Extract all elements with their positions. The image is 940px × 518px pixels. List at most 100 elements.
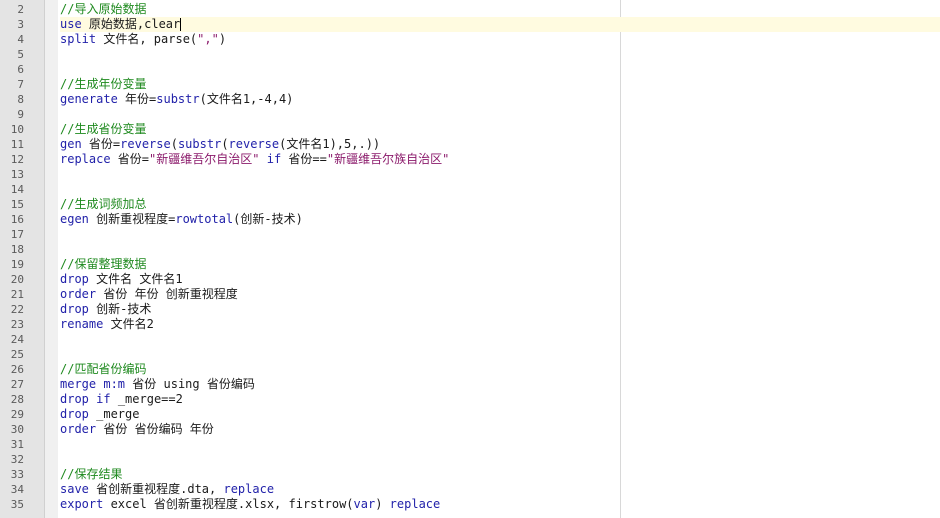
code-line[interactable]: 33 //保存结果 [0, 467, 940, 482]
code-text[interactable]: gen 省份=reverse(substr(reverse(文件名1),5,.)… [60, 137, 940, 152]
code-text[interactable]: //导入原始数据 [60, 2, 940, 17]
code-line[interactable]: 7 //生成年份变量 [0, 77, 940, 92]
line-number: 6 [17, 63, 24, 76]
code-text[interactable] [60, 167, 940, 182]
code-line[interactable]: 30 order 省份 省份编码 年份 [0, 422, 940, 437]
code-text[interactable]: use 原始数据,clear [60, 17, 940, 32]
code-line[interactable]: 32 [0, 452, 940, 467]
code-line[interactable]: 8 generate 年份=substr(文件名1,-4,4) [0, 92, 940, 107]
code-line[interactable]: 4 split 文件名, parse(",") [0, 32, 940, 47]
code-line[interactable]: 19 //保留整理数据 [0, 257, 940, 272]
code-text[interactable]: replace 省份="新疆维吾尔自治区" if 省份=="新疆维吾尔族自治区" [60, 152, 940, 167]
code-line[interactable]: 20 drop 文件名 文件名1 [0, 272, 940, 287]
comment-token: //保留整理数据 [60, 257, 147, 271]
code-text[interactable]: //生成省份变量 [60, 122, 940, 137]
code-line[interactable]: 9 [0, 107, 940, 122]
line-number: 2 [17, 3, 24, 16]
keyword-token: drop [60, 272, 89, 286]
code-line[interactable]: 13 [0, 167, 940, 182]
code-text[interactable]: merge m:m 省份 using 省份编码 [60, 377, 940, 392]
keyword-token: split [60, 32, 97, 46]
code-line[interactable]: 29 drop _merge [0, 407, 940, 422]
line-number: 15 [10, 198, 24, 211]
text-token: 省份 年份 创新重视程度 [96, 287, 238, 301]
keyword-token: generate [60, 92, 118, 106]
keyword-token: drop [60, 392, 89, 406]
text-token: 省份 省份编码 年份 [96, 422, 214, 436]
code-line[interactable]: 22 drop 创新-技术 [0, 302, 940, 317]
code-text[interactable]: drop 文件名 文件名1 [60, 272, 940, 287]
line-number: 26 [10, 363, 24, 376]
code-line[interactable]: 15 //生成词频加总 [0, 197, 940, 212]
code-line[interactable]: 34 save 省创新重视程度.dta, replace [0, 482, 940, 497]
code-text[interactable]: drop _merge [60, 407, 940, 422]
code-lines[interactable]: 12 //导入原始数据 3 use 原始数据,clear 4 split 文件名, par… [0, 0, 940, 512]
code-text[interactable]: //保存结果 [60, 467, 940, 482]
code-text[interactable]: egen 创新重视程度=rowtotal(创新-技术) [60, 212, 940, 227]
code-text[interactable] [60, 332, 940, 347]
code-text[interactable]: save 省创新重视程度.dta, replace [60, 482, 940, 497]
code-text[interactable] [60, 62, 940, 77]
code-line[interactable]: 23 rename 文件名2 [0, 317, 940, 332]
code-text[interactable]: //生成词频加总 [60, 197, 940, 212]
code-text[interactable]: rename 文件名2 [60, 317, 940, 332]
code-text[interactable]: generate 年份=substr(文件名1,-4,4) [60, 92, 940, 107]
code-line[interactable]: 25 [0, 347, 940, 362]
code-line[interactable]: 14 [0, 182, 940, 197]
line-number: 35 [10, 498, 24, 511]
code-text[interactable]: drop 创新-技术 [60, 302, 940, 317]
code-text[interactable]: //保留整理数据 [60, 257, 940, 272]
code-text[interactable] [60, 452, 940, 467]
code-line[interactable]: 11 gen 省份=reverse(substr(reverse(文件名1),5,… [0, 137, 940, 152]
comment-token: //生成省份变量 [60, 122, 147, 136]
code-text[interactable]: //生成年份变量 [60, 77, 940, 92]
function-token: substr [177, 137, 222, 151]
code-text[interactable] [60, 182, 940, 197]
text-token: ) [218, 32, 227, 46]
text-token: _merge [88, 407, 140, 421]
line-number: 14 [10, 183, 24, 196]
keyword-token: drop [60, 302, 89, 316]
keyword-token: export [60, 497, 104, 511]
code-line[interactable]: 6 [0, 62, 940, 77]
code-line[interactable]: 27 merge m:m 省份 using 省份编码 [0, 377, 940, 392]
code-line[interactable]: 31 [0, 437, 940, 452]
code-line[interactable]: 5 [0, 47, 940, 62]
text-token: 创新重视程度= [88, 212, 176, 226]
line-number: 9 [17, 108, 24, 121]
code-editor[interactable]: 12 //导入原始数据 3 use 原始数据,clear 4 split 文件名, par… [0, 0, 940, 518]
code-text[interactable]: split 文件名, parse(",") [60, 32, 940, 47]
code-text[interactable]: //匹配省份编码 [60, 362, 940, 377]
code-text[interactable]: export excel 省创新重视程度.xlsx, firstrow(var)… [60, 497, 940, 512]
code-text[interactable]: order 省份 省份编码 年份 [60, 422, 940, 437]
code-text[interactable] [60, 107, 940, 122]
line-number: 31 [10, 438, 24, 451]
code-line[interactable]: 12 replace 省份="新疆维吾尔自治区" if 省份=="新疆维吾尔族自治… [0, 152, 940, 167]
line-number: 22 [10, 303, 24, 316]
code-line[interactable]: 28 drop if _merge==2 [0, 392, 940, 407]
code-line[interactable]: 17 [0, 227, 940, 242]
keyword-token: drop [60, 407, 89, 421]
code-text[interactable] [60, 47, 940, 62]
code-text[interactable] [60, 347, 940, 362]
code-line[interactable]: 10 //生成省份变量 [0, 122, 940, 137]
line-number: 11 [10, 138, 24, 151]
code-line[interactable]: 2 //导入原始数据 [0, 2, 940, 17]
code-line[interactable]: 26 //匹配省份编码 [0, 362, 940, 377]
code-text[interactable] [60, 227, 940, 242]
code-text[interactable]: drop if _merge==2 [60, 392, 940, 407]
code-line[interactable]: 35 export excel 省创新重视程度.xlsx, firstrow(va… [0, 497, 940, 512]
code-line[interactable]: 18 [0, 242, 940, 257]
code-text[interactable]: order 省份 年份 创新重视程度 [60, 287, 940, 302]
function-token: var [353, 497, 376, 511]
code-line[interactable]: 3 use 原始数据,clear [0, 17, 940, 32]
code-line[interactable]: 24 [0, 332, 940, 347]
text-token: (文件名1,-4,4) [199, 92, 294, 106]
code-line[interactable]: 21 order 省份 年份 创新重视程度 [0, 287, 940, 302]
code-text[interactable] [60, 242, 940, 257]
line-number: 3 [17, 18, 24, 31]
code-text[interactable] [60, 437, 940, 452]
text-token: (创新-技术) [233, 212, 303, 226]
code-line[interactable]: 16 egen 创新重视程度=rowtotal(创新-技术) [0, 212, 940, 227]
